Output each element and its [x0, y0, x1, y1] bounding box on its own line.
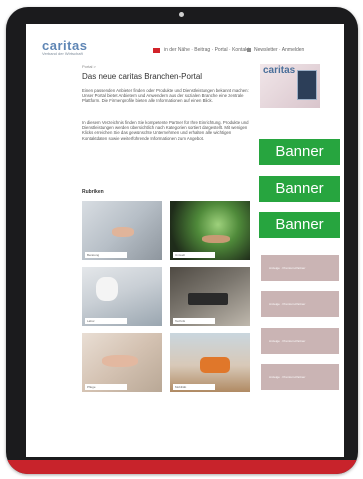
page-title: Das neue caritas Branchen-Portal [82, 72, 203, 81]
category-photo-lab[interactable]: Labor [82, 267, 162, 326]
user-icon [247, 48, 251, 52]
photo-caption: Pflege [85, 384, 127, 390]
category-photo-plant[interactable]: Umwelt [170, 201, 250, 260]
category-photo-handshake[interactable]: Beratung [82, 201, 162, 260]
category-photo-van[interactable]: Mobilität [170, 333, 250, 392]
breadcrumb[interactable]: Portal > [82, 64, 96, 69]
camera-icon [179, 12, 184, 17]
ad-box-2[interactable]: Anzeige · Premium-Partner [261, 291, 339, 317]
handshake-shape [112, 227, 134, 237]
hands-shape [102, 355, 138, 367]
tablet-frame: caritas Verband der Wirtschaft in der Nä… [6, 7, 358, 474]
van-shape [200, 357, 230, 373]
person-shape [96, 277, 118, 301]
photo-caption: Mobilität [173, 384, 215, 390]
body-paragraph: In diesem Verzeichnis finden Sie kompete… [82, 120, 249, 141]
photo-caption: Umwelt [173, 252, 215, 258]
photo-caption: Technik [173, 318, 215, 324]
photo-caption: Beratung [85, 252, 127, 258]
hand-shape [202, 235, 230, 243]
photo-caption: Labor [85, 318, 127, 324]
intro-paragraph: Einen passenden Anbieter finden oder Pro… [82, 88, 249, 104]
ad-box-label: Anzeige · Premium-Partner [269, 302, 306, 306]
logo-subtitle: Verband der Wirtschaft [42, 51, 83, 56]
ad-box-1[interactable]: Anzeige · Premium-Partner [261, 255, 339, 281]
laptop-shape [188, 293, 228, 305]
ad-box-3[interactable]: Anzeige · Premium-Partner [261, 328, 339, 354]
flag-icon [153, 48, 160, 53]
banner-ad-3[interactable]: Banner [259, 212, 340, 238]
banner-ad-2[interactable]: Banner [259, 176, 340, 202]
tablet-icon [297, 70, 317, 100]
section-heading: Rubriken [82, 189, 104, 195]
ad-box-label: Anzeige · Premium-Partner [269, 266, 306, 270]
ad-box-label: Anzeige · Premium-Partner [269, 339, 306, 343]
web-page: caritas Verband der Wirtschaft in der Nä… [26, 24, 344, 457]
ad-box-label: Anzeige · Premium-Partner [269, 375, 306, 379]
tablet-bottom-bar [6, 460, 358, 474]
magazine-logo: caritas [263, 65, 296, 76]
banner-ad-1[interactable]: Banner [259, 139, 340, 165]
category-photo-care[interactable]: Pflege [82, 333, 162, 392]
magazine-cover[interactable]: caritas [260, 64, 320, 108]
ad-box-4[interactable]: Anzeige · Premium-Partner [261, 364, 339, 390]
nav-menu-links[interactable]: in der Nähe · Beitrag · Portal · Kontakt [164, 47, 249, 53]
category-photo-laptop[interactable]: Technik [170, 267, 250, 326]
nav-account-links[interactable]: Newsletter · Anmelden [254, 47, 304, 53]
